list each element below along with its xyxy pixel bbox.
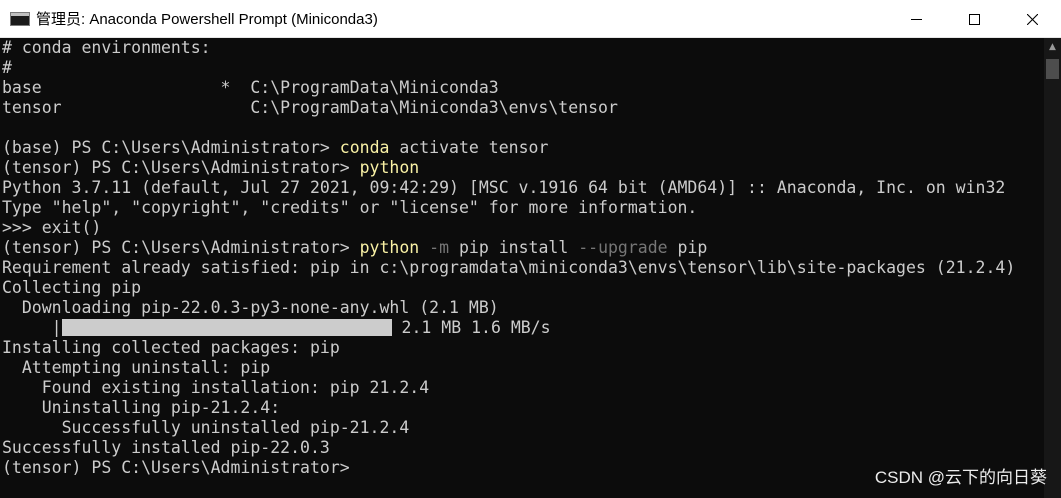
line-text: Installing collected packages: pip <box>2 338 340 357</box>
download-progress-bar <box>61 319 392 336</box>
window-controls <box>887 0 1061 38</box>
line-text: # <box>2 58 12 77</box>
maximize-icon <box>968 13 980 25</box>
line-text: Successfully uninstalled pip-21.2.4 <box>2 418 410 437</box>
prompt-text: (tensor) PS C:\Users\Administrator> <box>2 238 360 257</box>
terminal-line: (tensor) PS C:\Users\Administrator> pyth… <box>0 158 1044 178</box>
terminal-line: Successfully uninstalled pip-21.2.4 <box>0 418 1044 438</box>
scrollbar-thumb[interactable] <box>1046 59 1059 79</box>
terminal-line: Found existing installation: pip 21.2.4 <box>0 378 1044 398</box>
terminal-line: Installing collected packages: pip <box>0 338 1044 358</box>
terminal-line: Collecting pip <box>0 278 1044 298</box>
watermark: CSDN @云下的向日葵 <box>874 468 1047 487</box>
command-name: python <box>359 158 420 177</box>
line-text: Downloading pip-22.0.3-py3-none-any.whl … <box>2 298 499 317</box>
terminal-line: Type "help", "copyright", "credits" or "… <box>0 198 1044 218</box>
line-text: Successfully installed pip-22.0.3 <box>2 438 330 457</box>
line-text: Attempting uninstall: pip <box>2 358 271 377</box>
terminal-line: Attempting uninstall: pip <box>0 358 1044 378</box>
command-name: conda <box>339 138 390 157</box>
line-text: | <box>2 318 62 337</box>
terminal-line: Uninstalling pip-21.2.4: <box>0 398 1044 418</box>
prompt-text: (tensor) PS C:\Users\Administrator> <box>2 458 350 477</box>
minimize-button[interactable] <box>887 0 945 38</box>
line-text: Requirement already satisfied: pip in c:… <box>2 258 1016 277</box>
terminal-output[interactable]: # conda environments: # base * C:\ProgramD… <box>0 38 1044 498</box>
line-rest: pip <box>667 238 708 257</box>
chevron-up-icon[interactable]: ▲ <box>1044 38 1061 55</box>
terminal-line: | 2.1 MB 1.6 MB/s <box>0 318 1044 338</box>
maximize-button[interactable] <box>945 0 1003 38</box>
terminal-line: Downloading pip-22.0.3-py3-none-any.whl … <box>0 298 1044 318</box>
terminal-line: Requirement already satisfied: pip in c:… <box>0 258 1044 278</box>
line-text: Uninstalling pip-21.2.4: <box>2 398 281 417</box>
close-icon <box>1026 13 1038 25</box>
terminal-line: # <box>0 58 1044 78</box>
line-text: Type "help", "copyright", "credits" or "… <box>2 198 698 217</box>
command-args: pip install <box>449 238 569 257</box>
title-bar[interactable]: 管理员: Anaconda Powershell Prompt (Minicon… <box>0 0 1061 38</box>
command-option: -m <box>419 238 450 257</box>
terminal-line: base * C:\ProgramData\Miniconda3 <box>0 78 1044 98</box>
prompt-text: (base) PS C:\Users\Administrator> <box>2 138 340 157</box>
terminal-line: Successfully installed pip-22.0.3 <box>0 438 1044 458</box>
line-rest: 2.1 MB 1.6 MB/s <box>391 318 551 337</box>
line-text: # conda environments: <box>2 38 211 57</box>
prompt-text: (tensor) PS C:\Users\Administrator> <box>2 158 360 177</box>
vertical-scrollbar[interactable]: ▲ <box>1044 38 1061 498</box>
line-rest: activate tensor <box>389 138 549 157</box>
line-text: Found existing installation: pip 21.2.4 <box>2 378 430 397</box>
terminal-line: (base) PS C:\Users\Administrator> conda … <box>0 138 1044 158</box>
close-button[interactable] <box>1003 0 1061 38</box>
terminal-line: # conda environments: <box>0 38 1044 58</box>
terminal-line: Python 3.7.11 (default, Jul 27 2021, 09:… <box>0 178 1044 198</box>
terminal-line: >>> exit() <box>0 218 1044 238</box>
terminal-line: (tensor) PS C:\Users\Administrator> pyth… <box>0 238 1044 258</box>
window-title: 管理员: Anaconda Powershell Prompt (Minicon… <box>36 11 378 28</box>
line-text: tensor C:\ProgramData\Miniconda3\envs\te… <box>2 98 618 117</box>
terminal-line: tensor C:\ProgramData\Miniconda3\envs\te… <box>0 98 1044 118</box>
line-text: >>> exit() <box>2 218 102 237</box>
line-text: base * C:\ProgramData\Miniconda3 <box>2 78 499 97</box>
command-name: python <box>359 238 420 257</box>
terminal-app-icon <box>10 11 30 26</box>
minimize-icon <box>910 18 922 20</box>
line-text: Collecting pip <box>2 278 142 297</box>
line-text: Python 3.7.11 (default, Jul 27 2021, 09:… <box>2 178 1006 197</box>
command-option: --upgrade <box>568 238 668 257</box>
